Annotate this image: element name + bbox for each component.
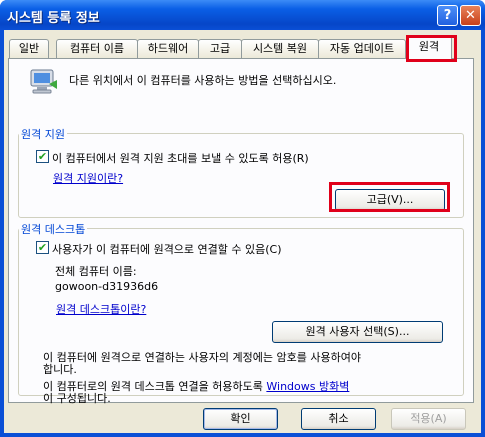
title-bar[interactable]: 시스템 등록 정보 ? ✕ bbox=[0, 0, 485, 30]
dialog-window: 시스템 등록 정보 ? ✕ 일반 컴퓨터 이름 하드웨어 고급 시스템 복원 자… bbox=[0, 0, 485, 437]
highlight-box-advanced-button bbox=[329, 182, 450, 212]
dialog-body: 일반 컴퓨터 이름 하드웨어 고급 시스템 복원 자동 업데이트 원격 다른 위… bbox=[4, 30, 481, 433]
windows-firewall-link[interactable]: Windows 방화벽 bbox=[266, 380, 349, 393]
tab-system-restore[interactable]: 시스템 복원 bbox=[241, 39, 319, 58]
remote-assistance-checkbox-label[interactable]: 이 컴퓨터에서 원격 지원 초대를 보낼 수 있도록 허용(R) bbox=[52, 150, 309, 166]
remote-assistance-group-label: 원격 지원 bbox=[19, 126, 67, 142]
ok-button[interactable]: 확인 bbox=[203, 408, 278, 430]
password-note-line1: 이 컴퓨터에 원격으로 연결하는 사용자의 계정에는 암호를 사용하여야 bbox=[43, 351, 361, 364]
full-computer-name-value: gowoon-d31936d6 bbox=[55, 280, 159, 293]
remote-computer-icon bbox=[30, 69, 57, 94]
tab-panel-remote: 다른 위치에서 이 컴퓨터를 사용하는 방법을 선택하십시오. 원격 지원 ✔ … bbox=[8, 58, 474, 405]
close-button[interactable]: ✕ bbox=[460, 5, 481, 26]
remote-desktop-link[interactable]: 원격 데스크톱이란? bbox=[56, 301, 146, 317]
tab-automatic-updates[interactable]: 자동 업데이트 bbox=[318, 39, 406, 58]
tab-computer-name[interactable]: 컴퓨터 이름 bbox=[56, 39, 138, 58]
remote-desktop-checkbox-label[interactable]: 사용자가 이 컴퓨터에 원격으로 연결할 수 있음(C) bbox=[52, 241, 282, 257]
password-note-line2: 합니다. bbox=[43, 363, 77, 376]
window-title: 시스템 등록 정보 bbox=[7, 11, 100, 26]
apply-button[interactable]: 적용(A) bbox=[391, 408, 466, 430]
full-computer-name-label: 전체 컴퓨터 이름: bbox=[55, 265, 137, 278]
firewall-note-line2: 이 구성됩니다. bbox=[43, 392, 111, 405]
intro-text: 다른 위치에서 이 컴퓨터를 사용하는 방법을 선택하십시오. bbox=[69, 74, 337, 87]
help-button[interactable]: ? bbox=[437, 5, 458, 26]
highlight-box-tab-remote bbox=[406, 35, 457, 62]
tab-advanced[interactable]: 고급 bbox=[198, 39, 242, 58]
select-remote-users-button[interactable]: 원격 사용자 선택(S)... bbox=[272, 321, 443, 343]
remote-desktop-group-label: 원격 데스크톱 bbox=[19, 221, 88, 237]
tab-hardware[interactable]: 하드웨어 bbox=[137, 39, 199, 58]
remote-assistance-link[interactable]: 원격 지원이란? bbox=[53, 170, 123, 186]
remote-assistance-checkbox[interactable]: ✔ bbox=[36, 150, 49, 163]
cancel-button[interactable]: 취소 bbox=[301, 408, 376, 430]
tab-general[interactable]: 일반 bbox=[9, 39, 49, 58]
remote-desktop-checkbox[interactable]: ✔ bbox=[36, 241, 49, 254]
